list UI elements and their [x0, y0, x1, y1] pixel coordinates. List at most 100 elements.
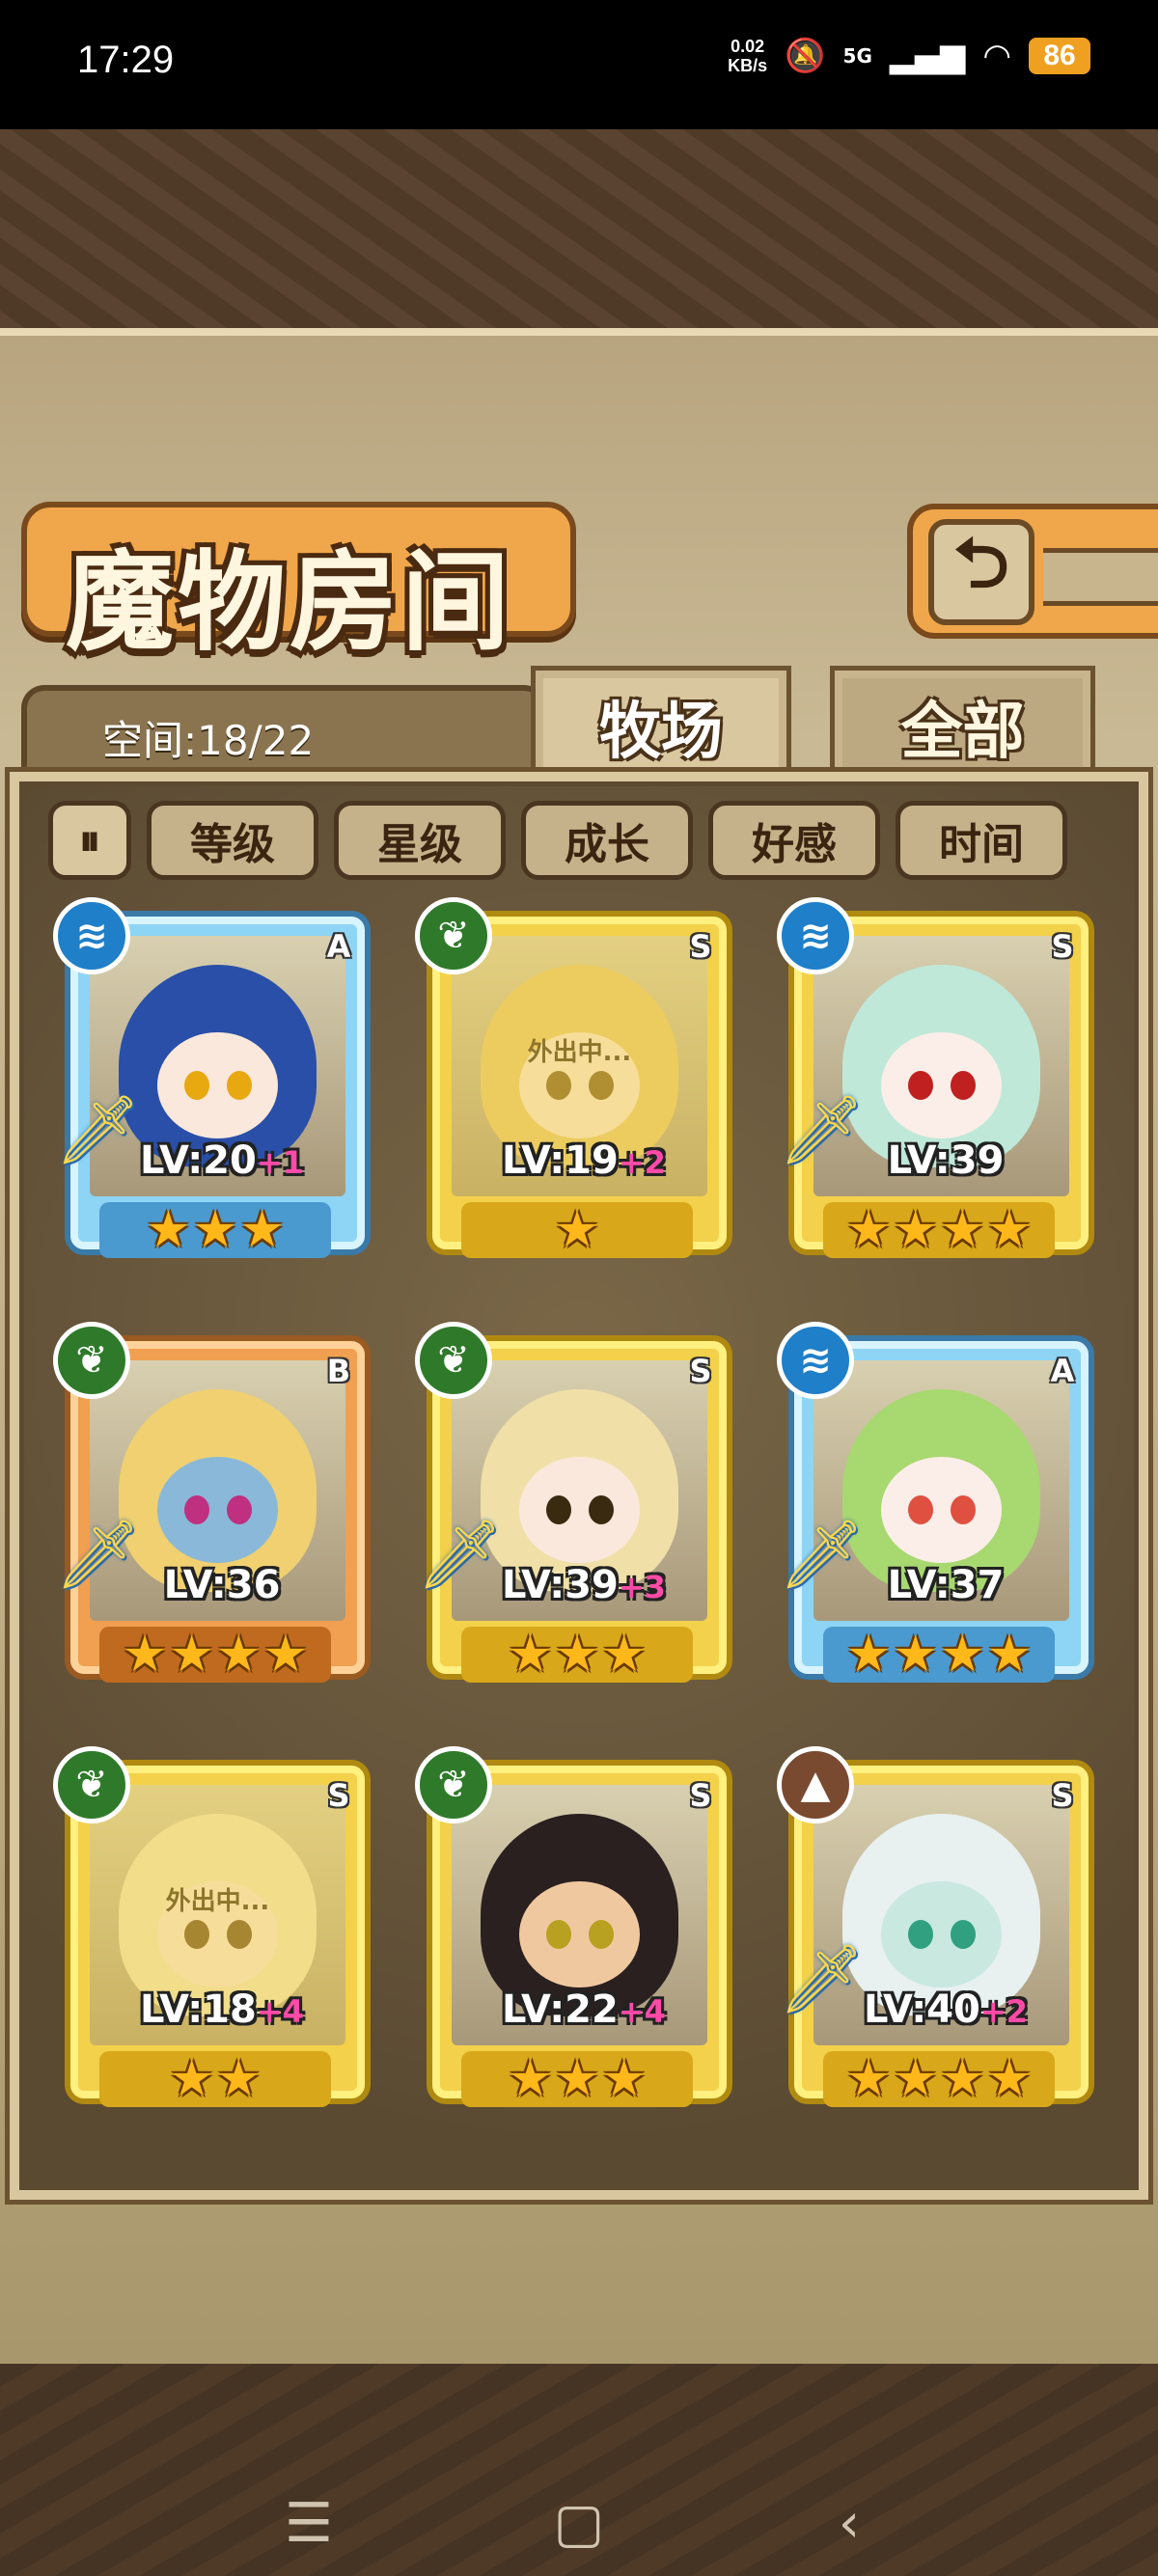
- star-icon: ★: [508, 2050, 553, 2108]
- sort-level-button[interactable]: 等级: [147, 801, 318, 880]
- outing-status: 外出中...: [165, 1887, 270, 1916]
- monster-eye: [227, 1920, 252, 1949]
- monster-card[interactable]: S ❦ 🗡 LV:39+3 ★ ★ ★: [415, 1322, 733, 1698]
- back-banner: ⮌: [907, 504, 1158, 639]
- monster-card[interactable]: B ❦ 🗡 LV:36 ★ ★ ★ ★: [53, 1322, 372, 1698]
- monster-eye: [227, 1495, 252, 1524]
- sword-icon: 🗡: [55, 1515, 141, 1594]
- monster-card[interactable]: S ≋ 🗡 LV:39 ★ ★ ★ ★: [777, 897, 1095, 1274]
- monster-eye: [908, 1920, 933, 1949]
- monster-eye: [908, 1071, 933, 1100]
- star-icon: ★: [893, 1201, 938, 1259]
- earth-element-icon: ▲: [777, 1746, 854, 1823]
- sort-time-button[interactable]: 时间: [896, 801, 1067, 880]
- battery-icon: 86: [1029, 38, 1090, 74]
- star-rating: ★ ★ ★ ★: [823, 1627, 1055, 1683]
- star-rating: ★ ★ ★ ★: [99, 1627, 331, 1683]
- monster-eye: [951, 1495, 976, 1524]
- monster-eye: [546, 1920, 571, 1949]
- sort-star-button[interactable]: 星级: [334, 801, 506, 880]
- level-bonus: +1: [256, 1144, 304, 1181]
- level-value: LV:37: [887, 1563, 1005, 1607]
- star-rating: ★ ★ ★: [461, 2051, 693, 2107]
- star-icon: ★: [169, 2050, 214, 2108]
- star-icon: ★: [216, 2050, 262, 2108]
- star-icon: ★: [986, 1201, 1033, 1259]
- star-icon: ★: [893, 2050, 938, 2108]
- level-value: LV:39: [502, 1563, 619, 1607]
- star-icon: ★: [192, 1201, 238, 1259]
- monster-level: LV:22+4: [463, 1987, 704, 2032]
- level-value: LV:40: [864, 1987, 980, 2032]
- star-icon: ★: [986, 2050, 1033, 2108]
- star-rating: ★ ★ ★ ★: [823, 1202, 1055, 1258]
- back-banner-bar: [1043, 548, 1158, 606]
- back-button[interactable]: ⮌: [928, 519, 1034, 625]
- level-bonus: +4: [618, 1993, 666, 2030]
- sort-bar: ⏸ 等级 星级 成长 好感 时间: [48, 801, 1090, 883]
- star-icon: ★: [845, 1201, 892, 1259]
- sort-order-icon: ⏸: [79, 815, 100, 865]
- rarity-grade: A: [1050, 1353, 1075, 1389]
- grass-element-icon: ❦: [415, 1322, 492, 1399]
- monster-card[interactable]: 外出中... S ❦ LV:18+4 ★ ★: [53, 1746, 372, 2123]
- level-value: LV:39: [887, 1138, 1005, 1183]
- star-icon: ★: [845, 2050, 892, 2108]
- tab-farm[interactable]: 牧场: [531, 666, 791, 786]
- monster-card[interactable]: A ≋ 🗡 LV:37 ★ ★ ★ ★: [777, 1322, 1095, 1698]
- monster-face: [519, 1881, 640, 1987]
- monster-face: [881, 1457, 1002, 1563]
- sort-affection-button[interactable]: 好感: [708, 801, 880, 880]
- level-bonus: +2: [618, 1144, 666, 1181]
- star-icon: ★: [940, 1626, 985, 1684]
- back-arrow-icon: ⮌: [953, 522, 1009, 603]
- back-nav-icon[interactable]: ‹: [811, 2492, 888, 2555]
- sword-icon: 🗡: [779, 1515, 865, 1594]
- star-icon: ★: [554, 1201, 600, 1259]
- monster-eye: [589, 1495, 614, 1524]
- monster-level: LV:18+4: [101, 1987, 343, 2032]
- monster-eye: [589, 1920, 614, 1949]
- grass-element-icon: ❦: [53, 1322, 130, 1399]
- rarity-grade: S: [1051, 928, 1074, 965]
- monster-level: LV:40+2: [825, 1987, 1066, 2032]
- rarity-grade: S: [327, 1777, 350, 1814]
- star-icon: ★: [508, 1626, 553, 1684]
- sword-icon: 🗡: [55, 1090, 141, 1169]
- title-banner: 魔物房间: [21, 502, 576, 666]
- status-icons: 0.02 KB/s 🔕 5G ▂▄▆ ◠ 86: [728, 37, 1090, 75]
- level-value: LV:22: [502, 1987, 619, 2032]
- system-nav-bar: ☰ ▢ ‹: [0, 2470, 1158, 2576]
- signal-icon: ▂▄▆: [889, 37, 966, 75]
- sort-growth-button[interactable]: 成长: [521, 801, 693, 880]
- star-rating: ★ ★ ★: [99, 1202, 331, 1258]
- level-value: LV:18: [140, 1987, 257, 2032]
- monster-eye: [546, 1495, 571, 1524]
- level-value: LV:36: [163, 1563, 281, 1607]
- network-type: 5G: [842, 44, 872, 68]
- star-icon: ★: [601, 1626, 647, 1684]
- sort-order-toggle[interactable]: ⏸: [48, 801, 131, 880]
- star-rating: ★: [461, 1202, 693, 1258]
- rarity-grade: S: [689, 928, 712, 965]
- tab-all[interactable]: 全部: [830, 666, 1095, 786]
- mute-icon: 🔕: [785, 37, 826, 75]
- menu-nav-icon[interactable]: ☰: [270, 2492, 347, 2555]
- monster-face: [157, 1032, 278, 1138]
- monster-face: [881, 1032, 1002, 1138]
- star-icon: ★: [986, 1626, 1033, 1684]
- star-icon: ★: [893, 1626, 938, 1684]
- rarity-grade: A: [326, 928, 351, 965]
- outing-status: 外出中...: [527, 1038, 632, 1067]
- water-element-icon: ≋: [777, 897, 854, 974]
- monster-card[interactable]: S ❦ LV:22+4 ★ ★ ★: [415, 1746, 733, 2123]
- monster-card[interactable]: S ▲ 🗡 LV:40+2 ★ ★ ★ ★: [777, 1746, 1095, 2123]
- status-time: 17:29: [77, 39, 175, 81]
- home-nav-icon[interactable]: ▢: [540, 2492, 618, 2555]
- monster-card[interactable]: 外出中... S ❦ LV:19+2 ★: [415, 897, 733, 1274]
- monster-level: LV:39: [825, 1138, 1066, 1183]
- monster-card[interactable]: A ≋ 🗡 LV:20+1 ★ ★ ★: [53, 897, 372, 1274]
- monster-face: [881, 1881, 1002, 1987]
- monster-eye: [184, 1495, 209, 1524]
- star-icon: ★: [554, 2050, 600, 2108]
